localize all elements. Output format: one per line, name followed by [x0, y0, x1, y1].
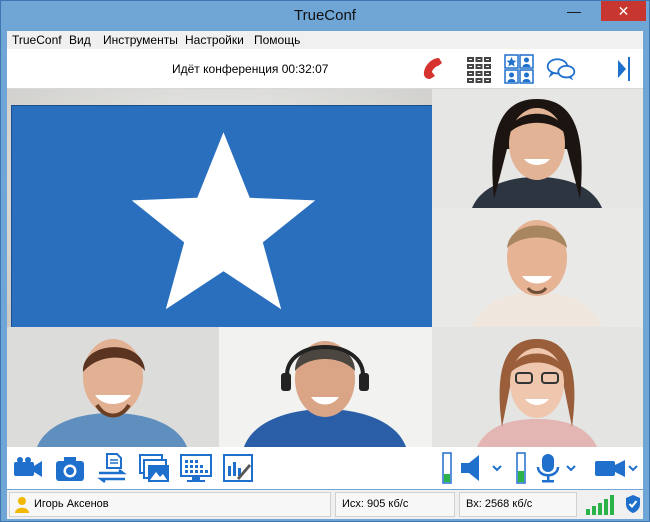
snapshot-icon[interactable]	[53, 452, 87, 484]
incoming-bitrate: Вх: 2568 кб/с	[459, 492, 577, 517]
slideshow-icon[interactable]	[137, 452, 171, 484]
speaker-icon[interactable]	[457, 452, 491, 484]
user-icon	[15, 497, 29, 513]
participant-video	[7, 327, 219, 447]
video-tile-main[interactable]	[7, 89, 432, 327]
title-bar[interactable]: TrueConf — ✕	[1, 1, 649, 31]
menu-view[interactable]: Вид	[69, 33, 91, 47]
video-tile-3[interactable]	[432, 208, 643, 327]
participant-video	[432, 327, 643, 447]
video-device-icon[interactable]	[593, 452, 627, 484]
layout-grid-icon[interactable]	[503, 53, 535, 85]
screen-share-icon[interactable]	[179, 452, 213, 484]
whiteboard-icon[interactable]	[221, 452, 255, 484]
chat-icon[interactable]	[545, 53, 577, 85]
signal-strength-icon	[586, 495, 614, 515]
user-name: Игорь Аксенов	[34, 498, 109, 510]
menu-tools[interactable]: Инструменты	[103, 33, 178, 47]
video-tile-4[interactable]	[7, 327, 219, 447]
speaker-level-meter[interactable]	[439, 452, 455, 484]
hangup-phone-icon[interactable]	[419, 53, 451, 85]
participant-video	[219, 327, 432, 447]
status-bar: Игорь Аксенов Исх: 905 кб/с Вх: 2568 кб/…	[7, 490, 643, 519]
microphone-icon[interactable]	[531, 452, 565, 484]
menu-help[interactable]: Помощь	[254, 33, 300, 47]
conference-toolbar: Идёт конференция 00:32:07	[7, 49, 643, 89]
mic-dropdown-chevron-icon[interactable]	[565, 452, 577, 484]
security-shield-icon[interactable]	[625, 494, 641, 514]
app-window: TrueConf — ✕ TrueConf Вид Инструменты На…	[0, 0, 650, 522]
star-icon[interactable]	[11, 105, 432, 327]
user-status[interactable]: Игорь Аксенов	[9, 492, 331, 517]
video-tile-5[interactable]	[219, 327, 432, 447]
dialpad-icon[interactable]	[463, 53, 495, 85]
panel-toggle-icon[interactable]	[613, 53, 633, 85]
menu-bar: TrueConf Вид Инструменты Настройки Помощ…	[7, 31, 643, 49]
speaker-dropdown-chevron-icon[interactable]	[491, 452, 503, 484]
participant-video	[432, 89, 643, 208]
menu-trueconf[interactable]: TrueConf	[12, 33, 62, 47]
camera-icon[interactable]	[11, 452, 45, 484]
file-transfer-icon[interactable]	[95, 452, 129, 484]
menu-settings[interactable]: Настройки	[185, 33, 244, 47]
video-grid	[7, 89, 643, 447]
outgoing-bitrate: Исх: 905 кб/с	[335, 492, 455, 517]
media-controls	[7, 447, 643, 489]
mic-level-meter[interactable]	[513, 452, 529, 484]
minimize-button[interactable]: —	[561, 1, 587, 21]
video-tile-2[interactable]	[432, 89, 643, 208]
video-tile-6[interactable]	[432, 327, 643, 447]
conference-status: Идёт конференция 00:32:07	[172, 62, 329, 76]
close-button[interactable]: ✕	[601, 1, 646, 21]
window-title: TrueConf	[294, 7, 356, 24]
video-dropdown-chevron-icon[interactable]	[627, 452, 639, 484]
participant-video	[432, 208, 643, 327]
